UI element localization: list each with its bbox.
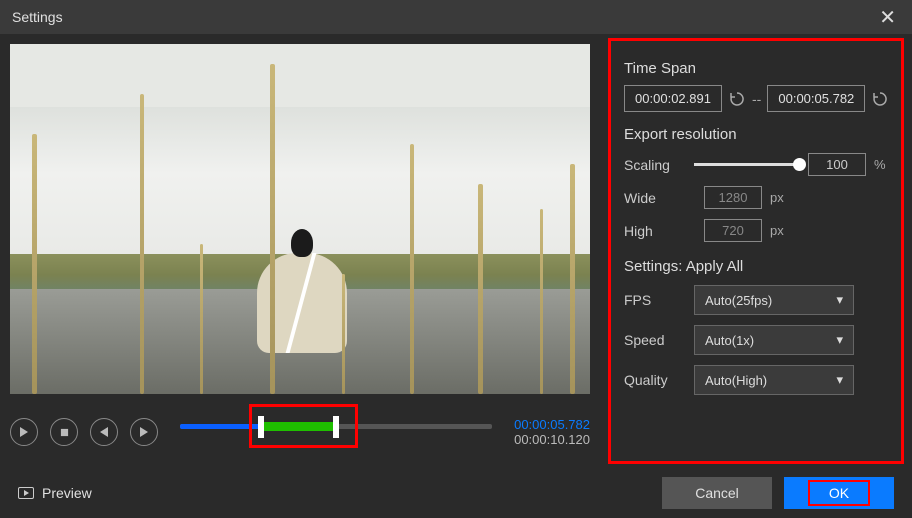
timeline[interactable] xyxy=(180,412,492,452)
video-preview xyxy=(10,44,590,394)
preview-button[interactable]: Preview xyxy=(18,485,92,501)
fps-label: FPS xyxy=(624,292,686,308)
chevron-down-icon: ▾ xyxy=(836,292,843,308)
wide-value-input[interactable]: 1280 xyxy=(704,186,762,209)
speed-dropdown-value: Auto(1x) xyxy=(705,333,754,348)
timespan-end-input[interactable]: 00:00:05.782 xyxy=(767,85,865,112)
playback-controls: 00:00:05.782 00:00:10.120 xyxy=(10,412,590,452)
preview-icon xyxy=(18,487,34,499)
ok-button[interactable]: OK xyxy=(784,477,894,509)
current-time: 00:00:05.782 xyxy=(514,417,590,432)
window-title: Settings xyxy=(12,9,63,25)
scaling-unit: % xyxy=(874,157,894,172)
play-icon xyxy=(19,427,29,437)
timespan-title: Time Span xyxy=(624,60,894,77)
play-button[interactable] xyxy=(10,418,38,446)
scaling-label: Scaling xyxy=(624,157,686,173)
timespan-start-input[interactable]: 00:00:02.891 xyxy=(624,85,722,112)
high-value-input[interactable]: 720 xyxy=(704,219,762,242)
footer: Preview Cancel OK xyxy=(0,468,912,518)
scaling-value-input[interactable]: 100 xyxy=(808,153,866,176)
high-unit: px xyxy=(770,223,790,238)
speed-label: Speed xyxy=(624,332,686,348)
chevron-down-icon: ▾ xyxy=(836,372,843,388)
titlebar: Settings ✕ xyxy=(0,0,912,34)
reset-end-icon[interactable] xyxy=(871,90,889,108)
resolution-title: Export resolution xyxy=(624,126,894,143)
wide-label: Wide xyxy=(624,190,686,206)
step-forward-icon xyxy=(139,427,149,437)
wide-unit: px xyxy=(770,190,790,205)
quality-label: Quality xyxy=(624,372,686,388)
settings-panel: Time Span 00:00:02.891 -- 00:00:05.782 E… xyxy=(610,44,902,458)
playback-times: 00:00:05.782 00:00:10.120 xyxy=(514,417,590,447)
close-icon[interactable]: ✕ xyxy=(875,5,900,30)
fps-dropdown[interactable]: Auto(25fps) ▾ xyxy=(694,285,854,315)
timespan-separator: -- xyxy=(752,91,761,107)
apply-all-title: Settings: Apply All xyxy=(624,258,894,275)
cancel-button[interactable]: Cancel xyxy=(662,477,772,509)
stop-icon xyxy=(60,428,69,437)
scaling-slider[interactable] xyxy=(694,163,800,166)
quality-dropdown-value: Auto(High) xyxy=(705,373,767,388)
high-label: High xyxy=(624,223,686,239)
stop-button[interactable] xyxy=(50,418,78,446)
highlight-box-timeline xyxy=(249,404,358,448)
preview-column: 00:00:05.782 00:00:10.120 xyxy=(10,44,610,458)
reset-start-icon[interactable] xyxy=(728,90,746,108)
fps-dropdown-value: Auto(25fps) xyxy=(705,293,772,308)
step-back-icon xyxy=(99,427,109,437)
quality-dropdown[interactable]: Auto(High) ▾ xyxy=(694,365,854,395)
chevron-down-icon: ▾ xyxy=(836,332,843,348)
scaling-slider-thumb[interactable] xyxy=(793,158,806,171)
speed-dropdown[interactable]: Auto(1x) ▾ xyxy=(694,325,854,355)
step-back-button[interactable] xyxy=(90,418,118,446)
total-time: 00:00:10.120 xyxy=(514,432,590,447)
preview-label: Preview xyxy=(42,485,92,501)
step-forward-button[interactable] xyxy=(130,418,158,446)
